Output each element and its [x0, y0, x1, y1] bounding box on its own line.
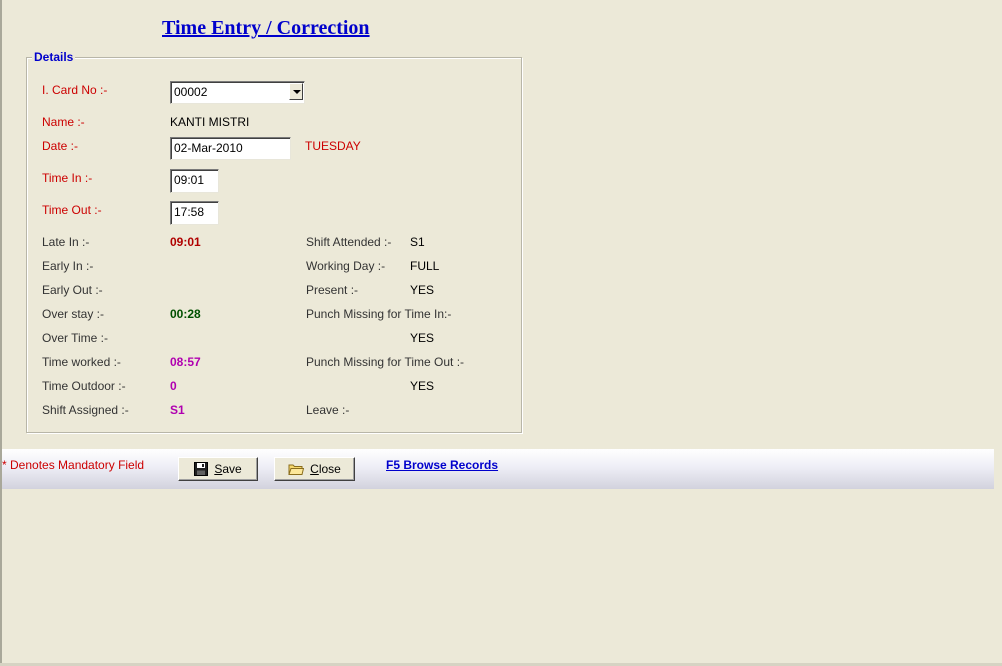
close-label-rest: lose — [318, 462, 341, 476]
time-in-label: Time In :- — [42, 171, 93, 185]
punch-missing-in-label: Punch Missing for Time In:- — [306, 307, 452, 321]
present-value: YES — [410, 283, 435, 297]
page-title: Time Entry / Correction — [162, 17, 370, 39]
date-value: 02-Mar-2010 — [174, 141, 243, 155]
working-day-label: Working Day :- — [306, 259, 386, 273]
over-stay-label: Over stay :- — [42, 307, 105, 321]
name-label: Name :- — [42, 115, 85, 129]
shift-assigned-value: S1 — [170, 403, 185, 417]
card-no-combobox[interactable]: 00002 — [170, 81, 305, 104]
late-in-value: 09:01 — [170, 235, 201, 249]
close-button[interactable]: Close — [274, 457, 355, 481]
details-legend: Details — [32, 50, 76, 64]
date-field[interactable]: 02-Mar-2010 — [170, 137, 291, 160]
time-out-label: Time Out :- — [42, 203, 102, 217]
leave-label: Leave :- — [306, 403, 350, 417]
late-in-label: Late In :- — [42, 235, 90, 249]
time-worked-label: Time worked :- — [42, 355, 121, 369]
shift-attended-value: S1 — [410, 235, 425, 249]
floppy-disk-icon — [194, 462, 209, 476]
over-stay-value: 00:28 — [170, 307, 201, 321]
shift-assigned-label: Shift Assigned :- — [42, 403, 129, 417]
time-outdoor-value: 0 — [170, 379, 177, 393]
punch-missing-in-value: YES — [410, 331, 435, 345]
name-value: KANTI MISTRI — [170, 115, 250, 129]
time-outdoor-label: Time Outdoor :- — [42, 379, 126, 393]
details-groupbox — [26, 57, 522, 433]
shift-attended-label: Shift Attended :- — [306, 235, 392, 249]
window-left-border — [0, 0, 2, 666]
save-label-rest: ave — [222, 462, 242, 476]
save-button[interactable]: Save — [178, 457, 258, 481]
punch-missing-out-label: Punch Missing for Time Out :- — [306, 355, 465, 369]
folder-icon — [288, 462, 305, 476]
time-out-field[interactable]: 17:58 — [170, 201, 219, 225]
card-no-value: 00002 — [174, 85, 208, 99]
early-out-label: Early Out :- — [42, 283, 103, 297]
over-time-label: Over Time :- — [42, 331, 109, 345]
time-in-field[interactable]: 09:01 — [170, 169, 219, 193]
early-in-label: Early In :- — [42, 259, 94, 273]
chevron-down-icon[interactable] — [289, 83, 303, 100]
time-worked-value: 08:57 — [170, 355, 201, 369]
date-label: Date :- — [42, 139, 79, 153]
close-accel-letter: C — [310, 462, 319, 476]
working-day-value: FULL — [410, 259, 440, 273]
present-label: Present :- — [306, 283, 359, 297]
time-out-value: 17:58 — [174, 205, 205, 219]
time-in-value: 09:01 — [174, 173, 205, 187]
mandatory-field-note: * Denotes Mandatory Field — [2, 458, 145, 472]
browse-records-link[interactable]: F5 Browse Records — [386, 458, 498, 472]
punch-missing-out-value: YES — [410, 379, 435, 393]
day-of-week: TUESDAY — [305, 139, 361, 153]
card-no-label: I. Card No :- — [42, 83, 108, 97]
